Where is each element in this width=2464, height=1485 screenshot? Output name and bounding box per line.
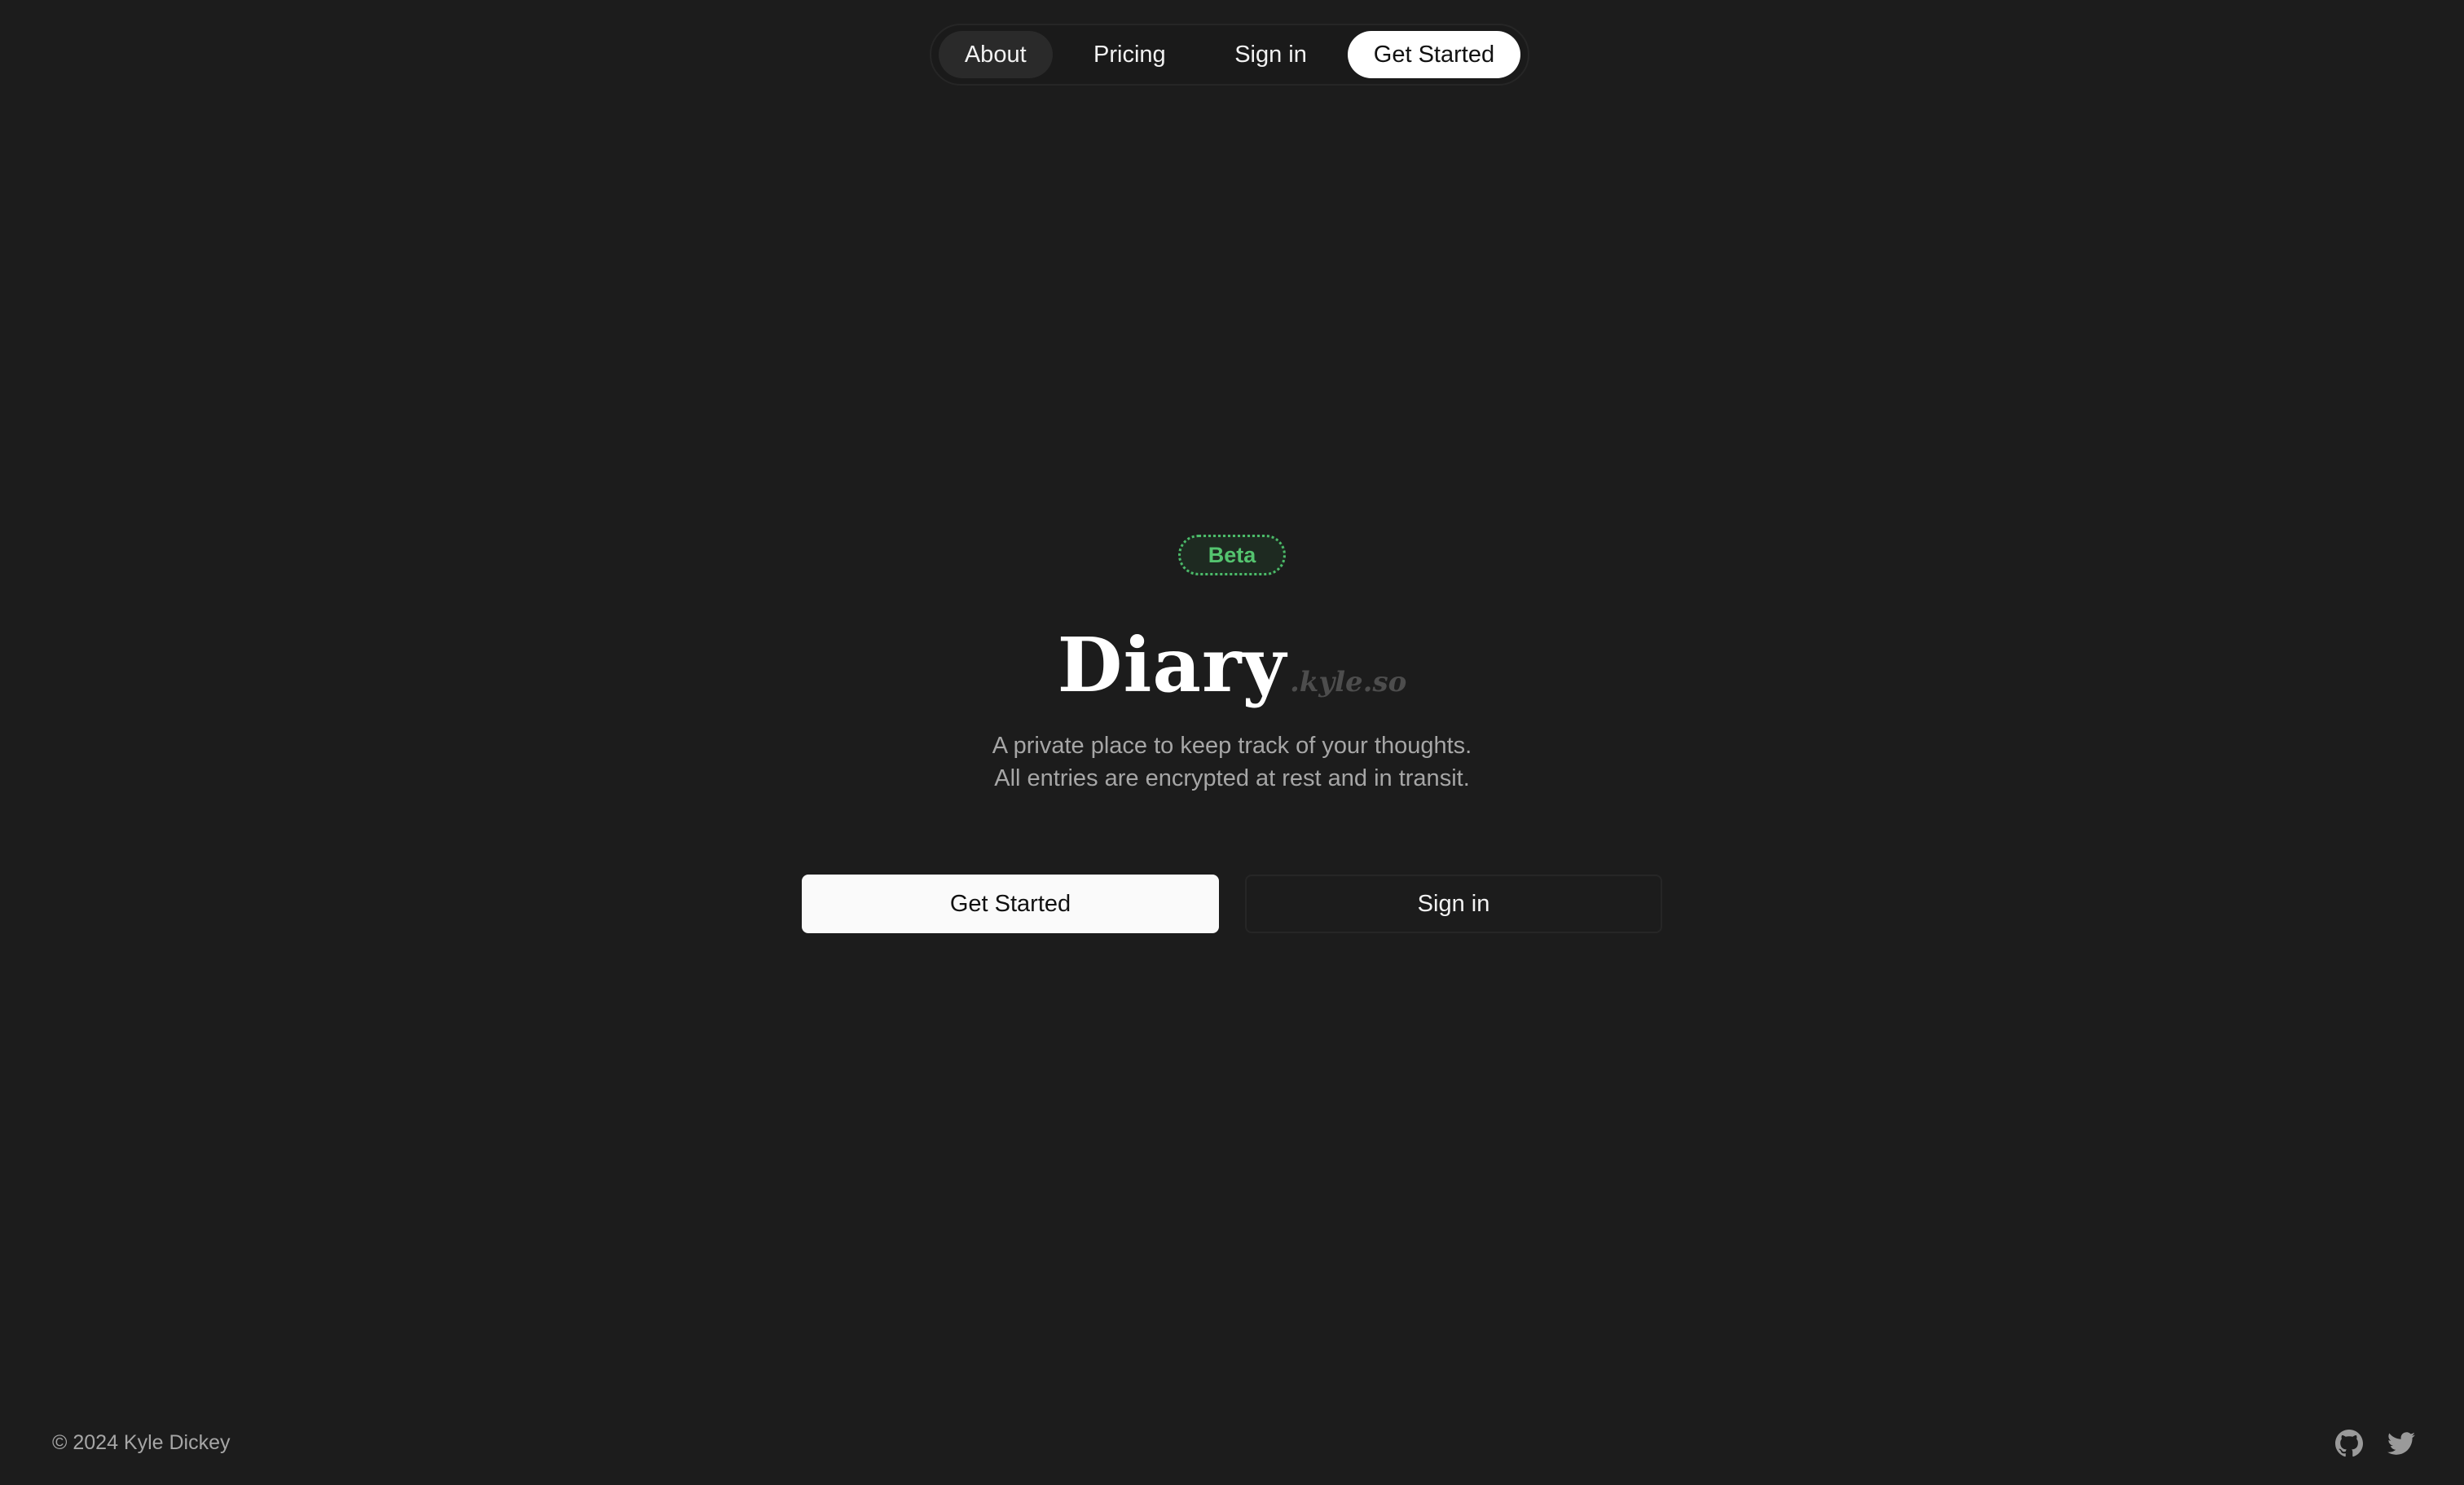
github-icon[interactable] [2335, 1430, 2363, 1457]
nav-about[interactable]: About [939, 31, 1053, 78]
twitter-icon[interactable] [2387, 1430, 2415, 1457]
page-title: Diary .kyle.so [0, 621, 2464, 709]
title-diary: Diary [1057, 621, 1287, 709]
sign-in-button[interactable]: Sign in [1245, 875, 1662, 933]
top-nav: About Pricing Sign in Get Started [930, 24, 1529, 86]
footer-social-links [2335, 1430, 2415, 1457]
title-domain-suffix: .kyle.so [1289, 666, 1407, 698]
nav-get-started-button[interactable]: Get Started [1347, 31, 1520, 78]
beta-badge: Beta [1178, 535, 1286, 575]
get-started-button[interactable]: Get Started [802, 875, 1219, 933]
tagline-line-2: All entries are encrypted at rest and in… [994, 765, 1470, 791]
tagline-line-1: A private place to keep track of your th… [992, 733, 1472, 759]
nav-pricing[interactable]: Pricing [1058, 31, 1203, 78]
nav-sign-in[interactable]: Sign in [1207, 31, 1335, 78]
footer-copyright: © 2024 Kyle Dickey [52, 1431, 231, 1454]
